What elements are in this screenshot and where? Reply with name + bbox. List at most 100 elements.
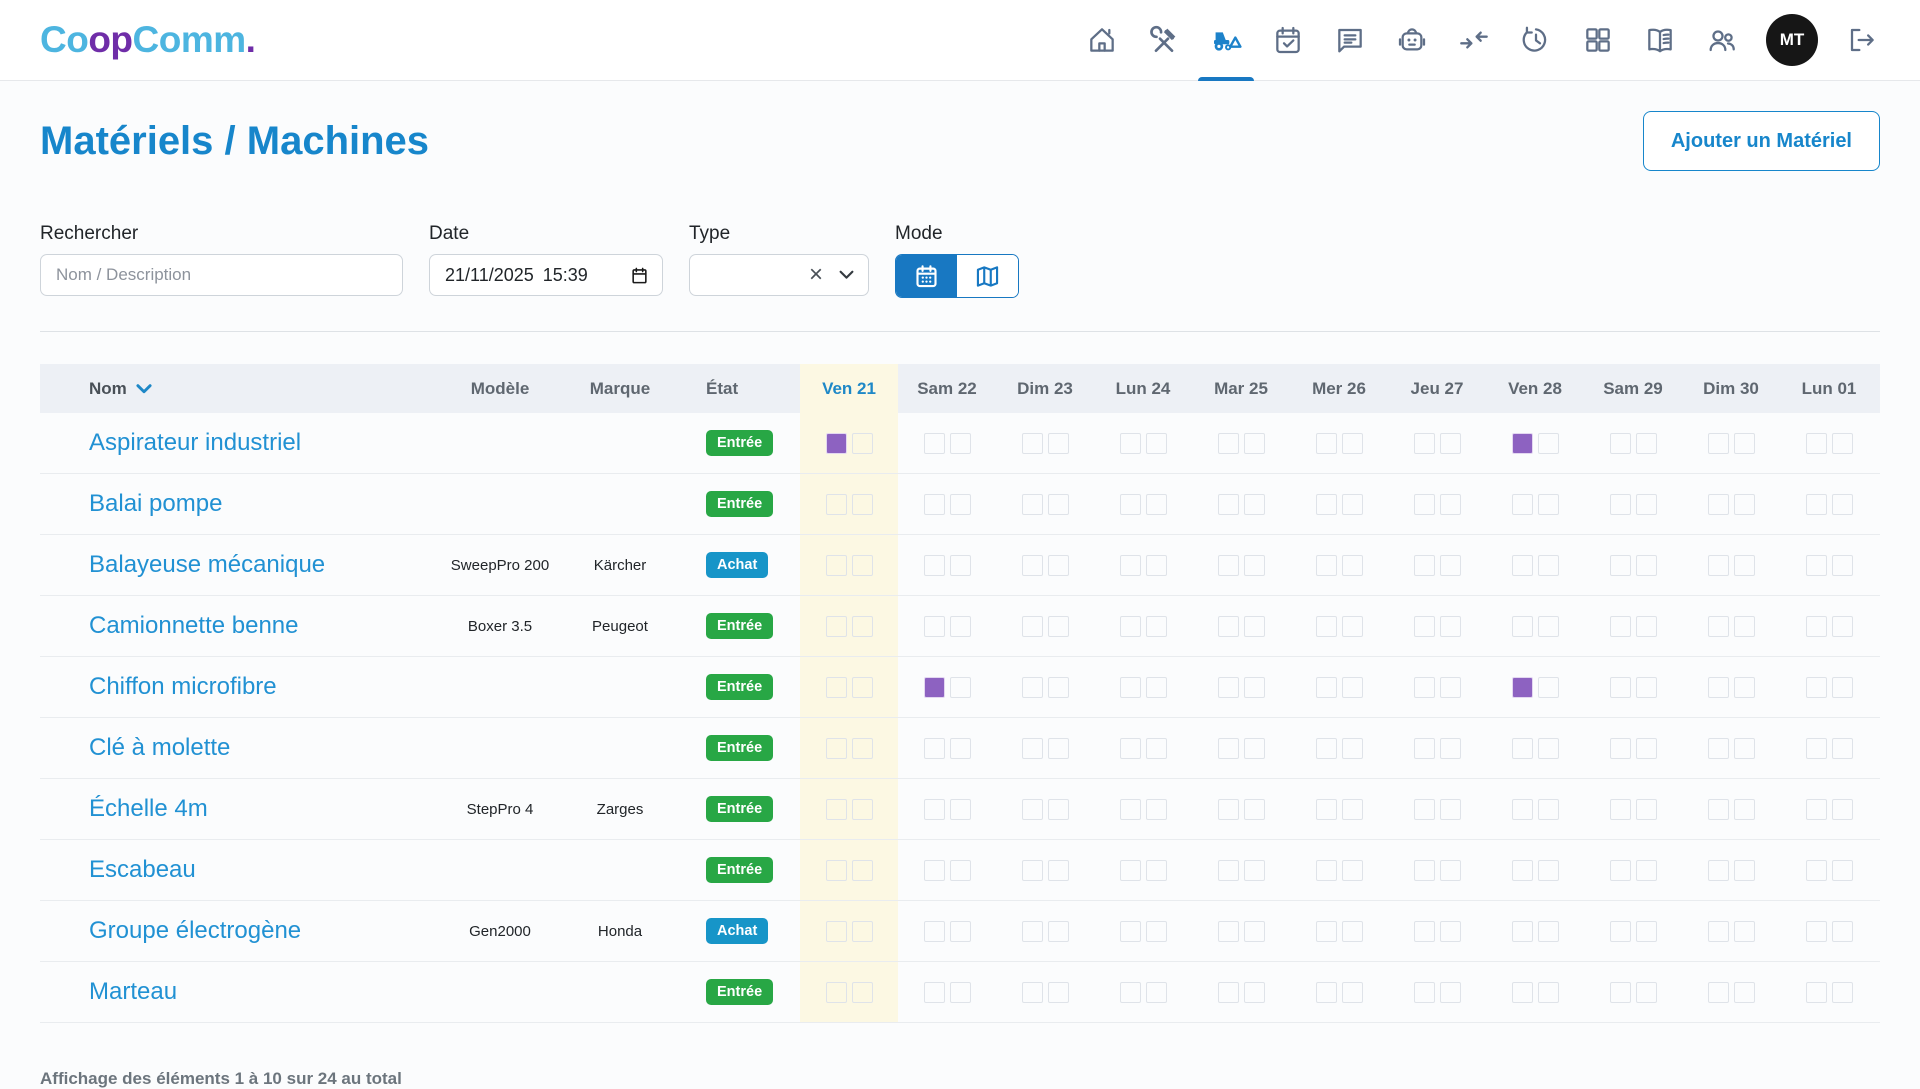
- slot-free[interactable]: [1708, 616, 1729, 637]
- slot-free[interactable]: [1120, 616, 1141, 637]
- slot-free[interactable]: [826, 677, 847, 698]
- slot-free[interactable]: [1512, 860, 1533, 881]
- slot-free[interactable]: [1512, 494, 1533, 515]
- slot-free[interactable]: [1734, 921, 1755, 942]
- slot-free[interactable]: [1316, 738, 1337, 759]
- slot-free[interactable]: [826, 738, 847, 759]
- slot-free[interactable]: [1832, 555, 1853, 576]
- slot-free[interactable]: [1610, 860, 1631, 881]
- slot-free[interactable]: [1636, 738, 1657, 759]
- slot-free[interactable]: [1832, 433, 1853, 454]
- slot-free[interactable]: [1218, 677, 1239, 698]
- slot-free[interactable]: [1440, 738, 1461, 759]
- slot-free[interactable]: [1218, 860, 1239, 881]
- slot-free[interactable]: [1610, 616, 1631, 637]
- slot-free[interactable]: [1120, 555, 1141, 576]
- mode-map-button[interactable]: [957, 255, 1018, 297]
- slot-free[interactable]: [1610, 921, 1631, 942]
- slot-free[interactable]: [1708, 738, 1729, 759]
- nav-item-history[interactable]: [1518, 0, 1554, 80]
- slot-free[interactable]: [1636, 860, 1657, 881]
- slot-free[interactable]: [1342, 982, 1363, 1003]
- slot-free[interactable]: [1708, 677, 1729, 698]
- slot-free[interactable]: [1636, 799, 1657, 820]
- chevron-down-icon[interactable]: [839, 270, 854, 280]
- slot-free[interactable]: [1610, 677, 1631, 698]
- slot-free[interactable]: [1022, 433, 1043, 454]
- nav-item-members[interactable]: [1704, 0, 1740, 80]
- slot-free[interactable]: [1244, 921, 1265, 942]
- slot-free[interactable]: [1342, 860, 1363, 881]
- slot-free[interactable]: [1610, 982, 1631, 1003]
- slot-free[interactable]: [1316, 921, 1337, 942]
- slot-free[interactable]: [1636, 555, 1657, 576]
- slot-free[interactable]: [924, 921, 945, 942]
- slot-free[interactable]: [1806, 799, 1827, 820]
- slot-free[interactable]: [1146, 616, 1167, 637]
- slot-free[interactable]: [1708, 799, 1729, 820]
- app-logo[interactable]: CoopComm.: [40, 19, 255, 61]
- slot-booked[interactable]: [826, 433, 847, 454]
- slot-free[interactable]: [1414, 799, 1435, 820]
- slot-free[interactable]: [1806, 616, 1827, 637]
- equipment-name-link[interactable]: Aspirateur industriel: [40, 413, 440, 473]
- slot-free[interactable]: [1636, 921, 1657, 942]
- slot-free[interactable]: [1806, 860, 1827, 881]
- slot-free[interactable]: [1244, 616, 1265, 637]
- sort-desc-icon[interactable]: [136, 384, 152, 394]
- slot-free[interactable]: [852, 799, 873, 820]
- slot-free[interactable]: [826, 616, 847, 637]
- slot-free[interactable]: [1512, 555, 1533, 576]
- slot-free[interactable]: [950, 616, 971, 637]
- slot-free[interactable]: [1636, 433, 1657, 454]
- slot-free[interactable]: [1244, 494, 1265, 515]
- equipment-name-link[interactable]: Escabeau: [40, 840, 440, 900]
- slot-free[interactable]: [1146, 860, 1167, 881]
- equipment-name-link[interactable]: Clé à molette: [40, 718, 440, 778]
- slot-booked[interactable]: [1512, 677, 1533, 698]
- slot-free[interactable]: [1244, 738, 1265, 759]
- slot-free[interactable]: [1806, 677, 1827, 698]
- slot-free[interactable]: [1414, 616, 1435, 637]
- slot-free[interactable]: [1218, 921, 1239, 942]
- slot-free[interactable]: [1414, 555, 1435, 576]
- slot-free[interactable]: [924, 433, 945, 454]
- nav-item-tools[interactable]: [1146, 0, 1182, 80]
- slot-free[interactable]: [1048, 921, 1069, 942]
- slot-free[interactable]: [1538, 433, 1559, 454]
- nav-item-home[interactable]: [1084, 0, 1120, 80]
- slot-free[interactable]: [1218, 799, 1239, 820]
- slot-free[interactable]: [1414, 494, 1435, 515]
- slot-free[interactable]: [1414, 921, 1435, 942]
- nav-item-docs[interactable]: [1642, 0, 1678, 80]
- slot-free[interactable]: [1048, 799, 1069, 820]
- equipment-name-link[interactable]: Balayeuse mécanique: [40, 535, 440, 595]
- equipment-name-link[interactable]: Camionnette benne: [40, 596, 440, 656]
- slot-booked[interactable]: [924, 677, 945, 698]
- slot-free[interactable]: [1512, 982, 1533, 1003]
- slot-free[interactable]: [950, 860, 971, 881]
- slot-free[interactable]: [1414, 433, 1435, 454]
- slot-free[interactable]: [924, 860, 945, 881]
- slot-free[interactable]: [950, 677, 971, 698]
- slot-free[interactable]: [1734, 555, 1755, 576]
- slot-free[interactable]: [826, 921, 847, 942]
- slot-free[interactable]: [1440, 616, 1461, 637]
- slot-free[interactable]: [852, 921, 873, 942]
- slot-free[interactable]: [852, 433, 873, 454]
- slot-free[interactable]: [1538, 738, 1559, 759]
- slot-free[interactable]: [852, 555, 873, 576]
- slot-free[interactable]: [1146, 738, 1167, 759]
- slot-free[interactable]: [1342, 677, 1363, 698]
- slot-free[interactable]: [1048, 494, 1069, 515]
- slot-free[interactable]: [826, 555, 847, 576]
- nav-item-assistant[interactable]: [1394, 0, 1430, 80]
- slot-free[interactable]: [1414, 677, 1435, 698]
- slot-free[interactable]: [1244, 555, 1265, 576]
- slot-free[interactable]: [1146, 799, 1167, 820]
- slot-free[interactable]: [852, 738, 873, 759]
- slot-free[interactable]: [1218, 616, 1239, 637]
- slot-free[interactable]: [826, 494, 847, 515]
- slot-free[interactable]: [1414, 860, 1435, 881]
- slot-free[interactable]: [1048, 433, 1069, 454]
